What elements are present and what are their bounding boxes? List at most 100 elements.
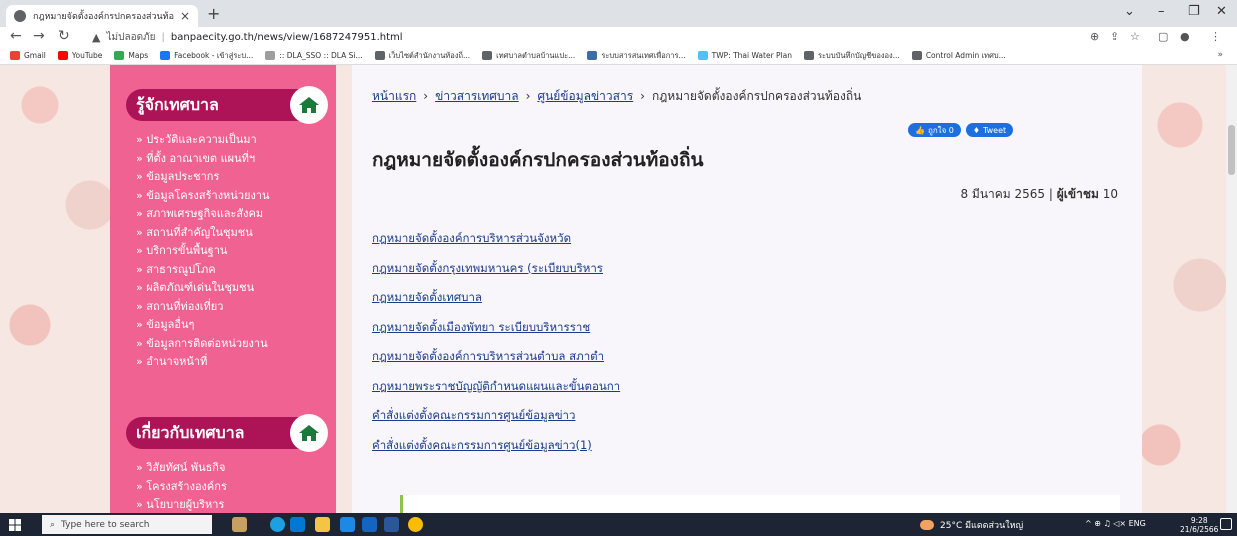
bookmark-label: Maps (128, 51, 149, 60)
edge-icon[interactable] (270, 517, 285, 532)
sidebar-menu-item[interactable]: » วิสัยทัศน์ พันธกิจ (136, 459, 227, 478)
weather-widget[interactable]: 25°C มีแดดส่วนใหญ่ (920, 518, 1023, 532)
twitter-bird-icon: ♦ (972, 125, 981, 135)
start-button[interactable] (0, 513, 30, 536)
breadcrumb-info-center-link[interactable]: ศูนย์ข้อมูลข่าวสาร (537, 89, 633, 103)
breadcrumb-news-link[interactable]: ข่าวสารเทศบาล (435, 89, 519, 103)
search-icon: ⌕ (50, 519, 56, 530)
facebook-like-button[interactable]: 👍 ถูกใจ 0 (908, 123, 961, 137)
document-link[interactable]: กฎหมายจัดตั้งกรุงเทพมหานคร (ระเบียบบริหา… (372, 261, 603, 275)
home-icon[interactable] (290, 414, 328, 452)
document-link[interactable]: กฎหมายจัดตั้งองค์การบริหารส่วนตำบล สภาตำ (372, 349, 604, 363)
bookmarks-bar: Gmail YouTube Maps Facebook - เข้าสู่ระบ...… (0, 47, 1237, 65)
tab-close-icon[interactable]: × (180, 9, 190, 23)
bookmark-label: YouTube (71, 51, 103, 60)
bookmark-item[interactable]: เทศบาลตำบลบ้านแปะ... (482, 50, 575, 62)
bookmark-item[interactable]: :: DLA_SSO :: DLA Si... (265, 51, 363, 60)
document-link[interactable]: กฎหมายจัดตั้งองค์การบริหารส่วนจังหวัด (372, 231, 571, 245)
bookmark-favicon-icon (10, 51, 20, 60)
scrollbar-thumb[interactable] (1228, 125, 1235, 175)
file-explorer-icon[interactable] (315, 517, 330, 532)
document-link[interactable]: คำสั่งแต่งตั้งคณะกรรมการศูนย์ข้อมูลข่าว (372, 408, 575, 422)
menu-icon[interactable]: ⋮ (1210, 30, 1221, 43)
document-link[interactable]: คำสั่งแต่งตั้งคณะกรรมการศูนย์ข้อมูลข่าว(… (372, 438, 592, 452)
sidebar-menu-item[interactable]: » ผลิตภัณฑ์เด่นในชุมชน (136, 279, 270, 298)
main-content: หน้าแรก › ข่าวสารเทศบาล › ศูนย์ข้อมูลข่าวสาร… (352, 65, 1142, 513)
chevron-down-icon[interactable]: ⌄ (1124, 4, 1135, 19)
tweet-button[interactable]: ♦ Tweet (965, 123, 1014, 137)
bookmark-favicon-icon (804, 51, 814, 60)
sidebar-menu-item[interactable]: » สถานที่สำคัญในชุมชน (136, 224, 270, 243)
sidebar-menu-item[interactable]: » โครงสร้างองค์กร (136, 478, 227, 497)
section-title: เกี่ยวกับเทศบาล (136, 422, 245, 442)
bookmarks-more-button[interactable]: » (1217, 50, 1223, 60)
bookmark-label: Control Admin เทศบ... (925, 50, 1006, 60)
minimize-button[interactable]: – (1158, 4, 1165, 19)
sidebar-menu-item[interactable]: » นโยบายผู้บริหาร (136, 496, 227, 513)
close-window-button[interactable]: ✕ (1216, 4, 1227, 19)
restore-button[interactable]: ❐ (1188, 4, 1200, 19)
taskbar-search[interactable]: ⌕ Type here to search (42, 515, 212, 534)
browser-tab[interactable]: กฎหมายจัดตั้งองค์กรปกครองส่วนท้องถิ่ × (6, 5, 198, 27)
sidebar-menu-item[interactable]: » ที่ตั้ง อาณาเขต แผนที่ฯ (136, 150, 270, 169)
document-link[interactable]: กฎหมายจัดตั้งเทศบาล (372, 290, 482, 304)
star-icon[interactable]: ☆ (1130, 30, 1140, 43)
bookmark-item[interactable]: Control Admin เทศบ... (911, 50, 1006, 62)
document-link[interactable]: กฎหมายจัดตั้งเมืองพัทยา ระเบียบบริหารราช (372, 320, 590, 334)
bookmark-item[interactable]: ระบบบันทึกบัญชีขององ... (804, 50, 900, 62)
notification-icon[interactable] (1220, 518, 1232, 530)
word-icon[interactable] (384, 517, 399, 532)
address-bar[interactable]: ▲ ไม่ปลอดภัย | banpaecity.go.th/news/vie… (92, 29, 1142, 45)
system-tray[interactable]: ^ ⊕ ♫ ◁× ENG (1085, 519, 1146, 528)
new-tab-button[interactable]: + (207, 4, 220, 23)
clock[interactable]: 9:28 21/6/2566 (1180, 516, 1218, 534)
section-title: รู้จักเทศบาล (136, 94, 219, 114)
bookmark-favicon-icon (114, 51, 125, 60)
share-icon[interactable]: ⇪ (1110, 30, 1119, 43)
bookmark-item[interactable]: TWP: Thai Water Plan (697, 51, 792, 60)
sidebar-menu-item[interactable]: » ข้อมูลประชากร (136, 168, 270, 187)
bookmark-item[interactable]: Maps (114, 51, 148, 60)
thumbs-up-icon: 👍 (915, 125, 925, 135)
bookmark-item[interactable]: YouTube (57, 51, 103, 60)
sidebar-menu-item[interactable]: » สถานที่ท่องเที่ยว (136, 298, 270, 317)
page-scrollbar[interactable] (1226, 65, 1237, 513)
bookmark-item[interactable]: Facebook - เข้าสู่ระบ... (160, 50, 253, 62)
zoom-icon[interactable]: ⊕ (1090, 30, 1099, 43)
visitors-label: ผู้เข้าชม (1056, 187, 1099, 201)
bookmark-label: เทศบาลตำบลบ้านแปะ... (496, 50, 576, 60)
sidebar-menu-item[interactable]: » ประวัติและความเป็นมา (136, 131, 270, 150)
store-icon[interactable] (340, 517, 355, 532)
app-icon-people[interactable] (232, 517, 247, 532)
profile-icon[interactable]: ● (1180, 30, 1190, 43)
sidebar-menu-item[interactable]: » อำนาจหน้าที่ (136, 353, 270, 372)
bookmark-item[interactable]: เว็บไซต์สำนักงานท้องถิ่... (374, 50, 470, 62)
document-link[interactable]: กฎหมายพระราชบัญญัติกำหนดแผนและขั้นตอนกา (372, 379, 620, 393)
sidepanel-icon[interactable]: ▢ (1158, 30, 1168, 43)
reload-button[interactable]: ↻ (58, 28, 70, 44)
sidebar-menu-item[interactable]: » ข้อมูลอื่นๆ (136, 316, 270, 335)
mail-icon[interactable] (362, 517, 377, 532)
visitors-count: 10 (1102, 187, 1118, 201)
sidebar-menu-about: » ประวัติและความเป็นมา» ที่ตั้ง อาณาเขต … (136, 131, 270, 372)
sidebar-menu-item[interactable]: » ข้อมูลการติดต่อหน่วยงาน (136, 335, 270, 354)
chrome-icon[interactable] (408, 517, 423, 532)
bookmark-item[interactable]: Gmail (10, 51, 46, 60)
globe-icon (14, 10, 26, 22)
breadcrumb-home-link[interactable]: หน้าแรก (372, 89, 416, 103)
sidebar-menu-item[interactable]: » สภาพเศรษฐกิจและสังคม (136, 205, 270, 224)
bookmark-item[interactable]: ระบบสารสนเทศเพื่อการ... (587, 50, 686, 62)
breadcrumb-separator: › (640, 89, 645, 103)
forward-button[interactable]: → (33, 28, 45, 44)
bookmark-label: Gmail (24, 51, 46, 60)
sidebar-menu-item[interactable]: » บริการขั้นพื้นฐาน (136, 242, 270, 261)
taskview-icon[interactable] (290, 517, 305, 532)
windows-icon (9, 518, 21, 531)
home-icon[interactable] (290, 86, 328, 124)
back-button[interactable]: ← (10, 28, 22, 44)
sidebar-menu-item[interactable]: » ข้อมูลโครงสร้างหน่วยงาน (136, 187, 270, 206)
bookmark-label: ระบบสารสนเทศเพื่อการ... (601, 50, 686, 60)
sidebar-menu-item[interactable]: » สาธารณูปโภค (136, 261, 270, 280)
document-link-item: กฎหมายจัดตั้งองค์การบริหารส่วนตำบล สภาตำ (372, 345, 620, 375)
bookmark-label: ระบบบันทึกบัญชีขององ... (818, 50, 900, 60)
